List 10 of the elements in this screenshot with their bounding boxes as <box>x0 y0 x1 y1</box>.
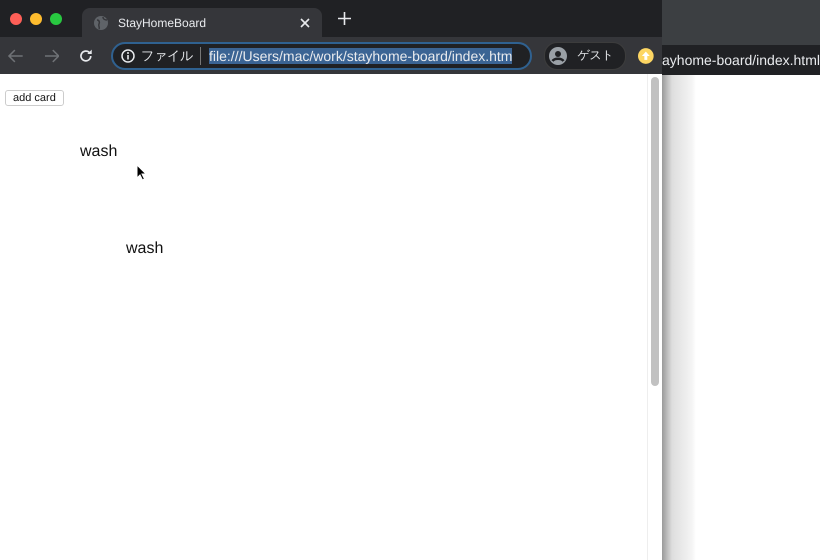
card-text[interactable]: wash <box>126 240 164 258</box>
address-bar[interactable]: ファイル file:///Users/mac/work/stayhome-board/index.htm <box>111 42 532 70</box>
url-text: ayhome-board/index.html <box>662 52 820 68</box>
add-card-button[interactable]: add card <box>5 90 64 106</box>
scheme-label: ファイル <box>141 46 202 64</box>
profile-button[interactable]: ゲスト <box>544 42 626 70</box>
tab-title: StayHomeBoard <box>118 16 208 30</box>
card-text[interactable]: wash <box>80 143 118 161</box>
url-text: file:///Users/mac/work/stayhome-board/index.htm <box>209 48 512 64</box>
browser-tab[interactable]: StayHomeBoard <box>82 8 322 37</box>
